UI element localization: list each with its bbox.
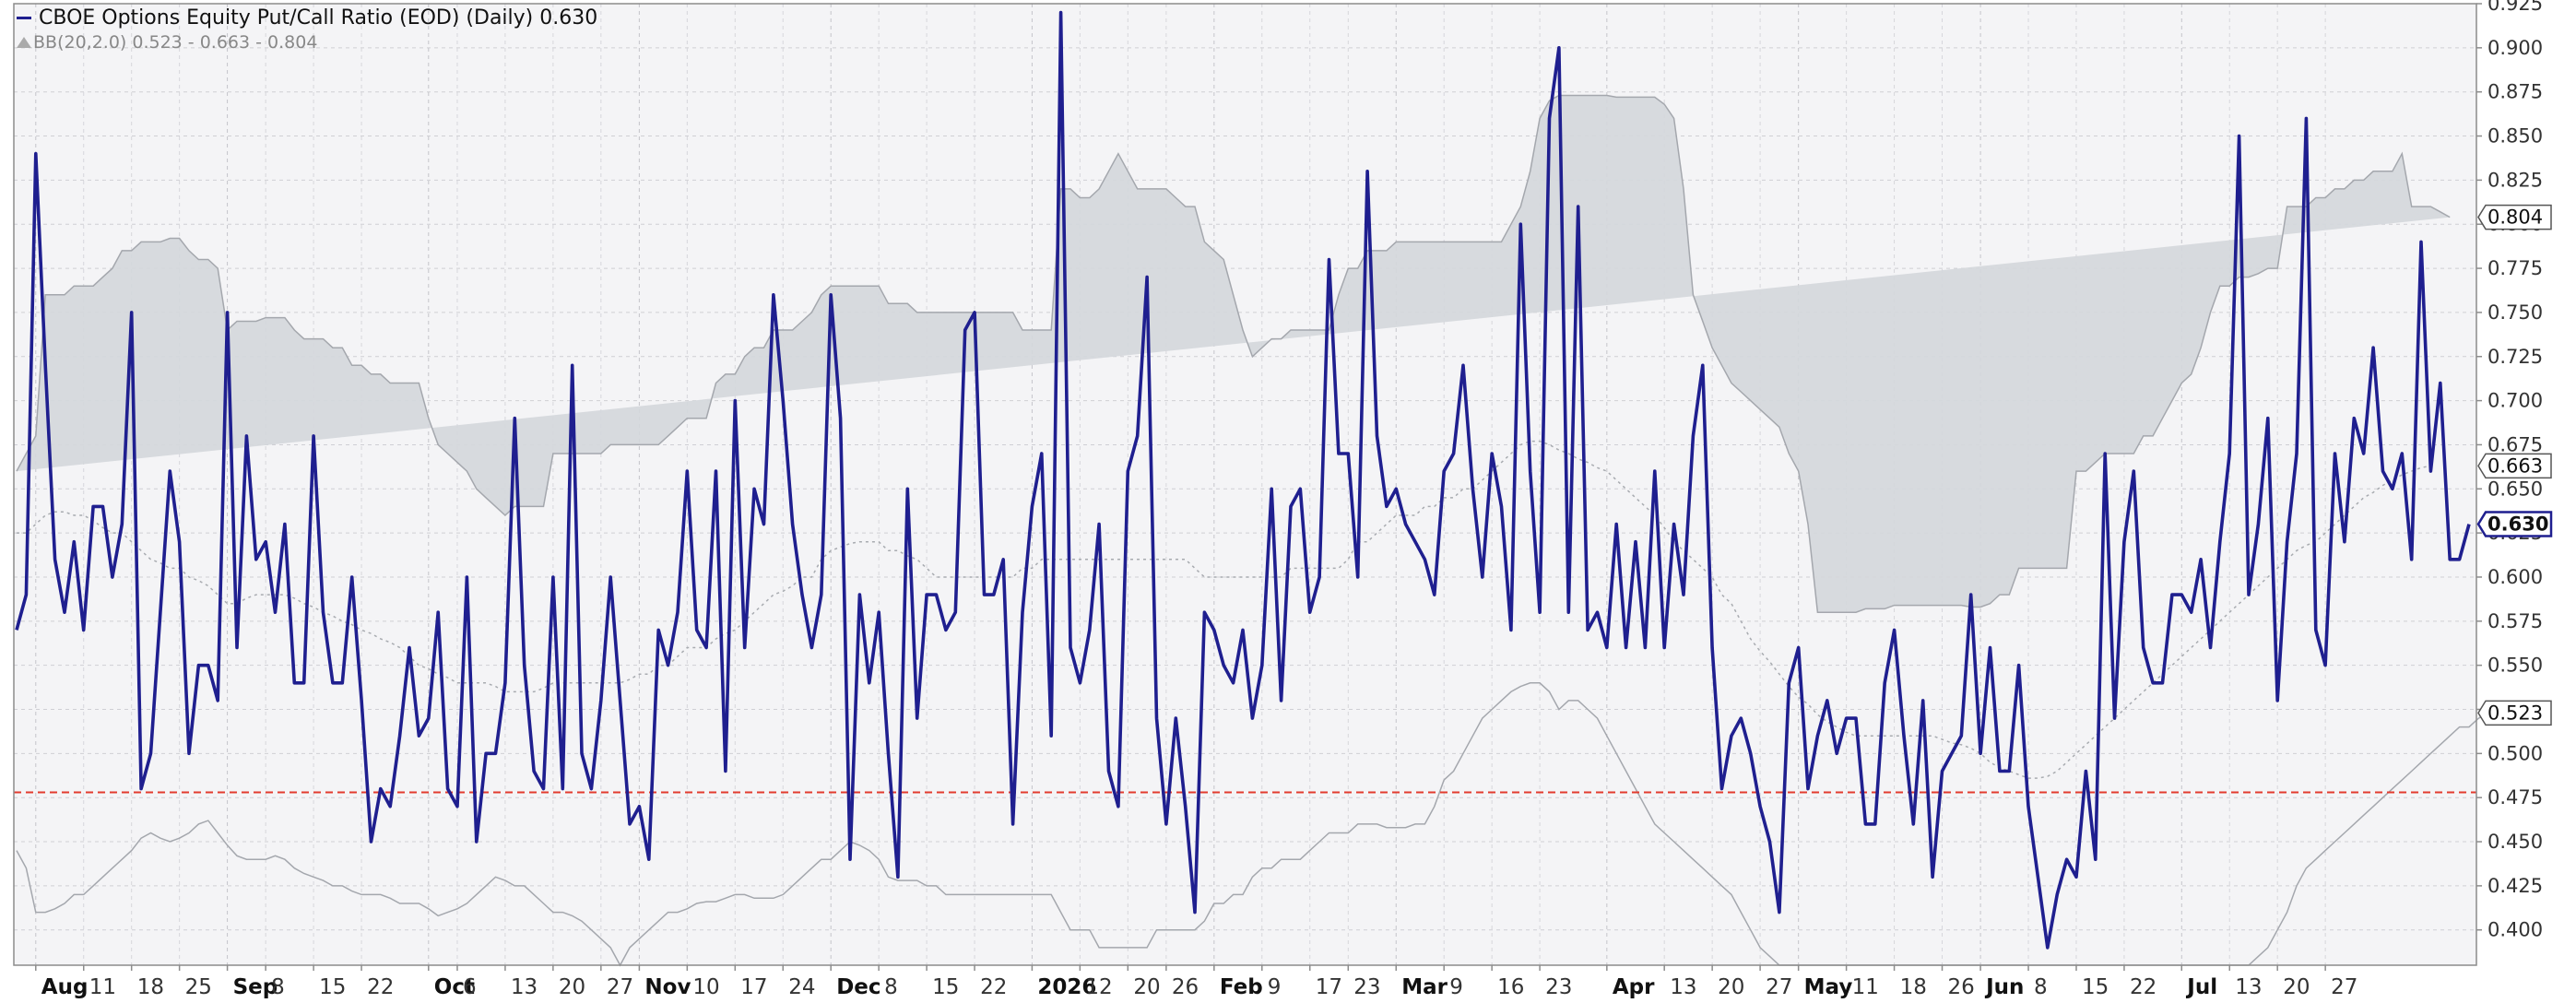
- legend-bb: BB(20,2.0) 0.523 - 0.663 - 0.804: [17, 31, 597, 53]
- value-badges: 0.804 0.663 0.523 0.630: [2476, 204, 2553, 726]
- x-tick-label: 20: [2283, 975, 2310, 999]
- x-tick-label: Aug: [41, 975, 89, 999]
- y-tick-label: 0.775: [2487, 257, 2543, 279]
- y-tick-label: 0.900: [2487, 37, 2543, 59]
- x-tick-label: 11: [89, 975, 116, 999]
- y-tick-label: 0.575: [2487, 610, 2543, 632]
- x-tick-label: 13: [511, 975, 538, 999]
- y-tick-label: 0.475: [2487, 786, 2543, 808]
- y-tick-label: 0.750: [2487, 301, 2543, 324]
- y-tick-label: 0.925: [2487, 0, 2543, 15]
- x-tick-label: 26: [1948, 975, 1975, 999]
- x-tick-label: 15: [932, 975, 959, 999]
- y-tick-label: 0.400: [2487, 919, 2543, 941]
- x-tick-label: Apr: [1613, 975, 1655, 999]
- x-tick-label: Mar: [1401, 975, 1448, 999]
- middle-band-badge: 0.663: [2477, 453, 2552, 479]
- x-tick-label: 24: [788, 975, 815, 999]
- y-tick-label: 0.600: [2487, 566, 2543, 588]
- y-tick-label: 0.425: [2487, 875, 2543, 897]
- x-tick-label: 17: [1316, 975, 1342, 999]
- x-tick-label: 27: [607, 975, 633, 999]
- legend-bb-text: BB(20,2.0) 0.523 - 0.663 - 0.804: [33, 32, 318, 53]
- x-tick-label: Feb: [1220, 975, 1263, 999]
- x-tick-label: 13: [1670, 975, 1696, 999]
- x-tick-label: 9: [1268, 975, 1282, 999]
- x-axis: Aug 11 18 25 Sep8 15 22 Oct6 13 20 27 Nov 10 17 24 Dec 8…: [35, 965, 2357, 999]
- y-tick-label: 0.550: [2487, 655, 2543, 677]
- put-call-ratio-chart: 0.4000.4250.4500.4750.5000.5250.5500.575…: [13, 0, 2553, 999]
- y-tick-label: 0.675: [2487, 433, 2543, 455]
- middle-band-badge-text: 0.663: [2487, 454, 2543, 477]
- last-value-badge-text: 0.630: [2487, 513, 2548, 536]
- x-tick-label: 27: [1766, 975, 1792, 999]
- x-tick-label: 20: [1133, 975, 1160, 999]
- x-tick-label: 8: [884, 975, 898, 999]
- x-tick-label: 11: [1852, 975, 1879, 999]
- last-value-badge: 0.630: [2476, 511, 2553, 537]
- series-swatch: [17, 16, 31, 19]
- x-tick-label: 10: [692, 975, 719, 999]
- y-tick-label: 0.850: [2487, 125, 2543, 148]
- x-tick-label: 20: [559, 975, 585, 999]
- x-tick-label: 18: [1900, 975, 1927, 999]
- y-tick-label: 0.700: [2487, 390, 2543, 412]
- x-tick-label: 22: [367, 975, 394, 999]
- lower-band-badge-text: 0.523: [2487, 702, 2543, 724]
- y-tick-label: 0.650: [2487, 478, 2543, 500]
- y-tick-label: 0.725: [2487, 346, 2543, 368]
- upper-band-badge: 0.804: [2477, 204, 2552, 230]
- x-tick-label: 26: [1172, 975, 1199, 999]
- y-tick-label: 0.825: [2487, 169, 2543, 191]
- legend: CBOE Options Equity Put/Call Ratio (EOD)…: [17, 4, 597, 53]
- legend-main-text: CBOE Options Equity Put/Call Ratio (EOD)…: [39, 6, 598, 30]
- x-tick-label: Dec: [836, 975, 880, 999]
- x-tick-label: 22: [2130, 975, 2157, 999]
- x-tick-label: 16: [1497, 975, 1524, 999]
- x-tick-label: 25: [185, 975, 212, 999]
- x-tick-label: 6: [463, 975, 477, 999]
- x-tick-label: Nov: [644, 975, 691, 999]
- y-tick-label: 0.500: [2487, 742, 2543, 764]
- lower-band-badge: 0.523: [2477, 700, 2552, 726]
- x-tick-label: Jun: [1984, 975, 2024, 999]
- x-tick-label: 8: [2034, 975, 2048, 999]
- legend-main: CBOE Options Equity Put/Call Ratio (EOD)…: [17, 4, 597, 31]
- x-tick-label: 20: [1718, 975, 1744, 999]
- y-tick-label: 0.875: [2487, 81, 2543, 103]
- x-tick-label: 9: [1449, 975, 1463, 999]
- band-swatch-icon: [17, 37, 31, 48]
- x-tick-label: 17: [740, 975, 767, 999]
- x-tick-label: 15: [2082, 975, 2109, 999]
- x-tick-label: 23: [1353, 975, 1380, 999]
- x-tick-label: 8: [271, 975, 285, 999]
- y-tick-label: 0.450: [2487, 831, 2543, 853]
- x-tick-label: 22: [980, 975, 1007, 999]
- x-tick-label: 12: [1085, 975, 1112, 999]
- x-tick-label: 23: [1545, 975, 1572, 999]
- x-tick-label: 15: [319, 975, 346, 999]
- x-tick-label: 18: [137, 975, 164, 999]
- x-tick-label: May: [1804, 975, 1853, 999]
- x-tick-label: 27: [2331, 975, 2357, 999]
- upper-band-badge-text: 0.804: [2487, 206, 2543, 229]
- x-tick-label: Jul: [2185, 975, 2217, 999]
- x-tick-label: 13: [2235, 975, 2262, 999]
